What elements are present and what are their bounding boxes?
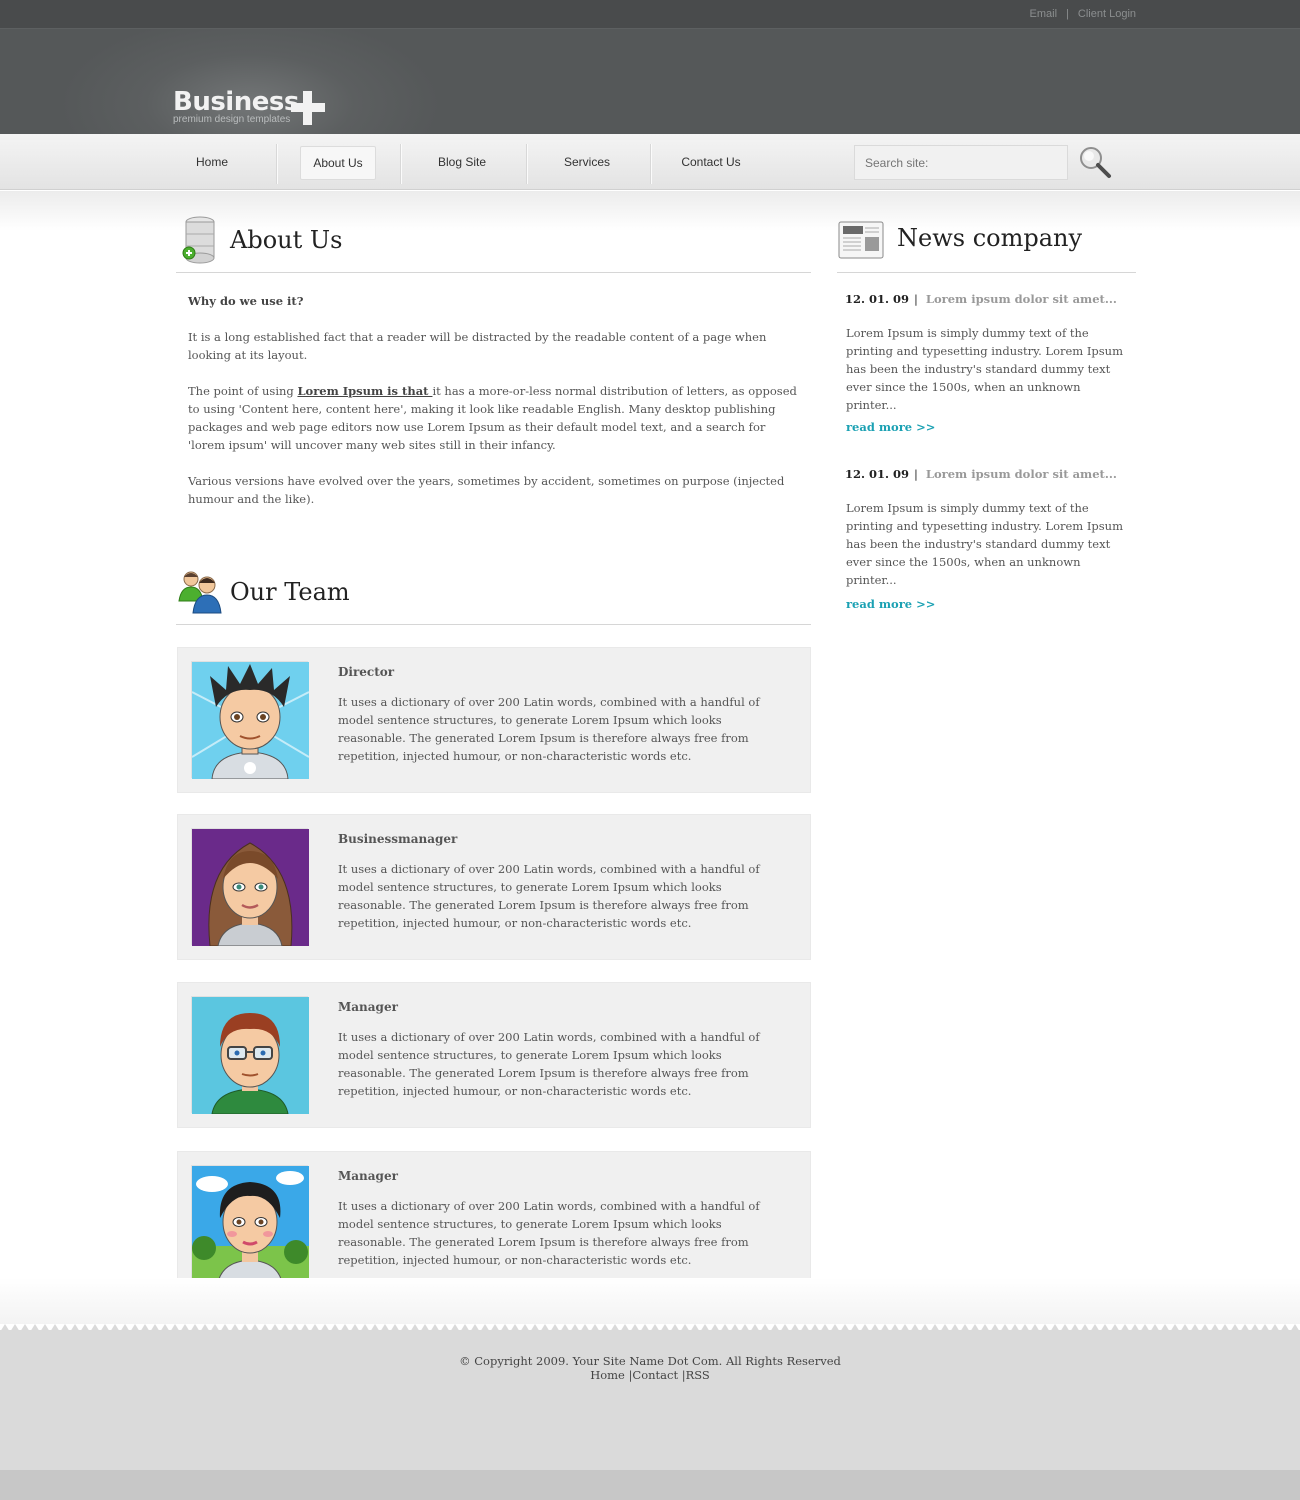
avatar-manager-2 [191, 1165, 309, 1284]
team-member-description: It uses a dictionary of over 200 Latin w… [338, 862, 760, 930]
footer-bottom-bar [0, 1470, 1300, 1500]
about-question: Why do we use it? [188, 294, 304, 308]
site-logo[interactable]: Business premium design templates [173, 87, 325, 125]
nav-item-about-us[interactable]: About Us [300, 146, 376, 180]
about-paragraph-1: It is a long established fact that a rea… [188, 330, 767, 362]
logo-plus-icon [291, 91, 325, 125]
team-member-card: Businessmanager It uses a dictionary of … [177, 814, 811, 960]
logo-tagline: premium design templates [173, 114, 291, 125]
about-paragraph-2: The point of using Lorem Ipsum is that i… [188, 384, 797, 452]
footer-link-rss[interactable]: RSS [686, 1368, 710, 1382]
team-member-role: Businessmanager [338, 832, 458, 846]
nav-divider [526, 144, 527, 184]
about-divider [176, 272, 811, 273]
read-more-link[interactable]: read more >> [845, 597, 1130, 611]
nav-divider [650, 144, 651, 184]
footer-copyright: © Copyright 2009. Your Site Name Dot Com… [459, 1354, 841, 1368]
team-icon [177, 569, 223, 621]
nav-item-contact-us[interactable]: Contact Us [672, 146, 750, 180]
team-member-card: Manager It uses a dictionary of over 200… [177, 982, 811, 1128]
news-body: Lorem Ipsum is simply dummy text of the … [846, 326, 1123, 412]
top-utility-bar: Email | Client Login [0, 0, 1300, 29]
search-input[interactable] [854, 145, 1068, 180]
our-team-title: Our Team [230, 578, 350, 606]
read-more-link[interactable]: read more >> [845, 420, 1130, 434]
logo-title: Business [173, 87, 299, 117]
footer-links: Home |Contact |RSS [0, 1368, 1300, 1382]
lorem-ipsum-link[interactable]: Lorem Ipsum is that [297, 384, 432, 398]
footer-link-contact[interactable]: Contact [632, 1368, 678, 1382]
news-body: Lorem Ipsum is simply dummy text of the … [846, 501, 1123, 587]
news-item: 12. 01. 09 | Lorem ipsum dolor sit amet...… [845, 467, 1130, 611]
nav-divider [400, 144, 401, 184]
nav-item-blog-site[interactable]: Blog Site [424, 146, 500, 180]
news-date: 12. 01. 09 [845, 292, 910, 306]
news-header: 12. 01. 09 | Lorem ipsum dolor sit amet... [845, 292, 1130, 306]
site-footer [0, 1330, 1300, 1470]
nav-item-home[interactable]: Home [176, 146, 248, 180]
team-member-role: Manager [338, 1169, 398, 1183]
about-paragraph-3: Various versions have evolved over the y… [188, 474, 785, 506]
client-login-link[interactable]: Client Login [1078, 8, 1136, 20]
team-divider [176, 624, 811, 625]
news-separator: | [914, 467, 918, 481]
team-member-card: Manager It uses a dictionary of over 200… [177, 1151, 811, 1297]
about-us-title: About Us [230, 226, 343, 254]
email-link[interactable]: Email [1030, 8, 1058, 20]
team-member-role: Manager [338, 1000, 398, 1014]
news-company-title: News company [897, 224, 1083, 252]
team-member-card: Director It uses a dictionary of over 20… [177, 647, 811, 793]
nav-item-services[interactable]: Services [550, 146, 624, 180]
news-item: 12. 01. 09 | Lorem ipsum dolor sit amet...… [845, 292, 1130, 434]
news-divider [837, 272, 1136, 273]
avatar-director [191, 661, 310, 780]
newspaper-icon [837, 219, 885, 265]
team-member-description: It uses a dictionary of over 200 Latin w… [338, 1030, 760, 1098]
avatar-manager-1 [191, 996, 309, 1115]
search-icon[interactable] [1077, 144, 1113, 180]
news-separator: | [914, 292, 918, 306]
news-date: 12. 01. 09 [845, 467, 910, 481]
news-header: 12. 01. 09 | Lorem ipsum dolor sit amet... [845, 467, 1130, 481]
footer-text: © Copyright 2009. Your Site Name Dot Com… [0, 1354, 1300, 1382]
team-member-description: It uses a dictionary of over 200 Latin w… [338, 1199, 760, 1267]
footer-link-home[interactable]: Home [590, 1368, 625, 1382]
site-header: Business premium design templates [0, 29, 1300, 134]
nav-divider [276, 144, 277, 184]
news-headline[interactable]: Lorem ipsum dolor sit amet... [926, 292, 1117, 306]
top-links: Email | Client Login [1030, 8, 1136, 20]
about-content: Why do we use it? It is a long establish… [188, 292, 804, 526]
news-headline[interactable]: Lorem ipsum dolor sit amet... [926, 467, 1117, 481]
top-links-separator: | [1066, 8, 1069, 20]
footer-fade [0, 1278, 1300, 1324]
team-member-role: Director [338, 665, 395, 679]
team-member-description: It uses a dictionary of over 200 Latin w… [338, 695, 760, 763]
avatar-businessmanager [191, 828, 309, 947]
database-add-icon [180, 215, 220, 269]
